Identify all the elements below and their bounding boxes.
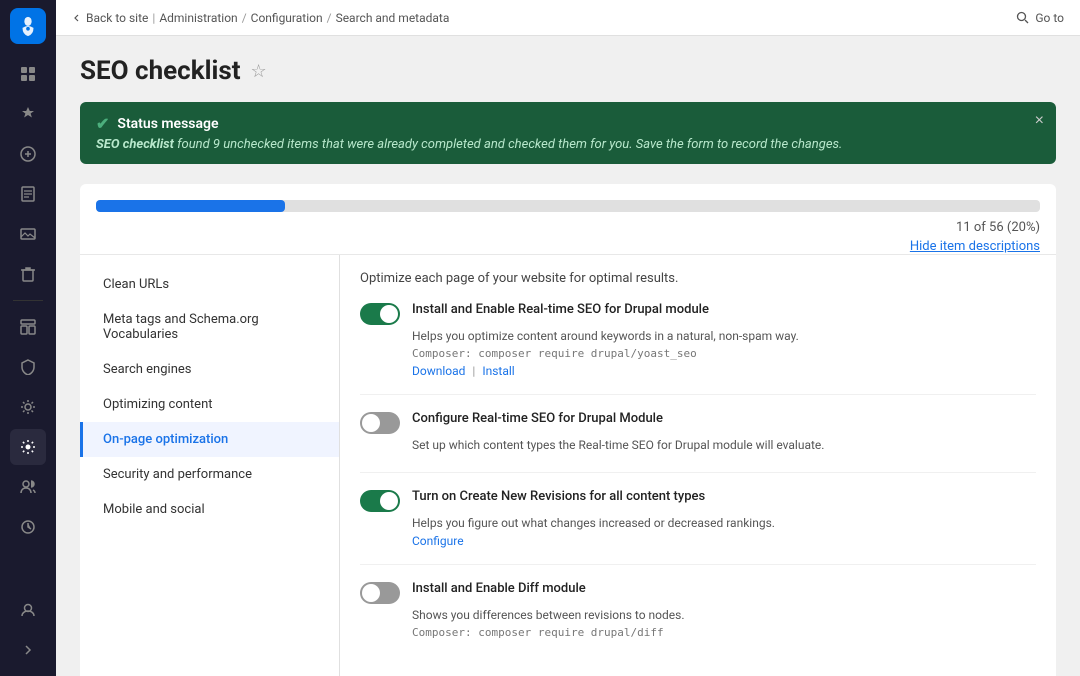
item-1-label: Install and Enable Real-time SEO for Dru… xyxy=(412,302,709,317)
sidebar-item-trash[interactable] xyxy=(10,256,46,292)
nav-item-optimizing-content[interactable]: Optimizing content xyxy=(80,387,339,422)
content-intro: Optimize each page of your website for o… xyxy=(360,271,1036,286)
item-2-desc: Set up which content types the Real-time… xyxy=(412,438,1036,452)
checklist-item-2: Configure Real-time SEO for Drupal Modul… xyxy=(360,411,1036,473)
sidebar-divider-1 xyxy=(13,300,43,301)
sidebar-item-structure[interactable] xyxy=(10,309,46,345)
back-to-site-link[interactable]: Back to site xyxy=(72,11,148,25)
sidebar xyxy=(0,0,56,676)
progress-stats: 11 of 56 (20%) xyxy=(96,220,1040,235)
breadcrumb-config[interactable]: Configuration xyxy=(251,11,323,25)
item-3-configure-link[interactable]: Configure xyxy=(412,534,464,548)
sidebar-item-account[interactable] xyxy=(10,592,46,628)
checklist-content: Optimize each page of your website for o… xyxy=(340,255,1056,676)
item-1-composer: Composer: composer require drupal/yoast_… xyxy=(412,347,1036,360)
page-content: SEO checklist ☆ ✔ Status message SEO che… xyxy=(56,36,1080,676)
breadcrumb-current: Search and metadata xyxy=(336,11,450,25)
status-body: SEO checklist found 9 unchecked items th… xyxy=(96,137,1040,152)
hide-descriptions-button[interactable]: Hide item descriptions xyxy=(96,239,1040,254)
status-message: ✔ Status message SEO checklist found 9 u… xyxy=(80,102,1056,164)
favorite-star-icon[interactable]: ☆ xyxy=(251,61,267,82)
item-3-links: Configure xyxy=(412,534,1036,548)
checklist-item-4: Install and Enable Diff module Shows you… xyxy=(360,581,1036,659)
item-1-download-link[interactable]: Download xyxy=(412,364,465,378)
toggle-item-1[interactable] xyxy=(360,303,400,325)
sidebar-item-config[interactable] xyxy=(10,429,46,465)
sidebar-item-grid[interactable] xyxy=(10,56,46,92)
nav-item-clean-urls[interactable]: Clean URLs xyxy=(80,267,339,302)
nav-item-security-performance[interactable]: Security and performance xyxy=(80,457,339,492)
item-3-label: Turn on Create New Revisions for all con… xyxy=(412,489,705,504)
item-2-label: Configure Real-time SEO for Drupal Modul… xyxy=(412,411,663,426)
sidebar-item-content[interactable] xyxy=(10,176,46,212)
checklist-wrapper: 11 of 56 (20%) Hide item descriptions Cl… xyxy=(80,184,1056,676)
toggle-item-3[interactable] xyxy=(360,490,400,512)
sidebar-item-collapse[interactable] xyxy=(10,632,46,668)
page-title: SEO checklist xyxy=(80,56,241,86)
checklist-nav: Clean URLs Meta tags and Schema.org Voca… xyxy=(80,255,340,676)
check-circle-icon: ✔ xyxy=(96,114,109,133)
breadcrumb: Back to site | Administration / Configur… xyxy=(72,11,449,25)
item-4-composer: Composer: composer require drupal/diff xyxy=(412,626,1036,639)
toggle-item-2[interactable] xyxy=(360,412,400,434)
sidebar-item-people[interactable] xyxy=(10,469,46,505)
nav-item-meta-tags[interactable]: Meta tags and Schema.org Vocabularies xyxy=(80,302,339,352)
sidebar-item-reports[interactable] xyxy=(10,509,46,545)
sidebar-logo[interactable] xyxy=(10,8,46,44)
checklist-layout: Clean URLs Meta tags and Schema.org Voca… xyxy=(80,255,1056,676)
nav-item-mobile-social[interactable]: Mobile and social xyxy=(80,492,339,527)
breadcrumb-sep-1: | xyxy=(152,11,155,25)
sidebar-item-star[interactable] xyxy=(10,96,46,132)
status-title: ✔ Status message xyxy=(96,114,1040,133)
sidebar-item-shield[interactable] xyxy=(10,349,46,385)
goto-button[interactable]: Go to xyxy=(1016,11,1064,25)
status-close-button[interactable]: × xyxy=(1035,112,1044,130)
topnav: Back to site | Administration / Configur… xyxy=(56,0,1080,36)
sidebar-item-media[interactable] xyxy=(10,216,46,252)
progress-bar-fill xyxy=(96,200,285,212)
sidebar-item-extend[interactable] xyxy=(10,389,46,425)
item-1-install-link[interactable]: Install xyxy=(482,364,514,378)
item-1-links: Download | Install xyxy=(412,364,1036,378)
progress-wrapper: 11 of 56 (20%) Hide item descriptions xyxy=(80,184,1056,255)
page-title-row: SEO checklist ☆ xyxy=(80,56,1056,86)
breadcrumb-sep-2: / xyxy=(242,11,247,25)
item-1-desc: Helps you optimize content around keywor… xyxy=(412,329,1036,343)
breadcrumb-sep-3: / xyxy=(327,11,332,25)
main-area: Back to site | Administration / Configur… xyxy=(56,0,1080,676)
progress-bar-container xyxy=(96,200,1040,212)
checklist-item-3: Turn on Create New Revisions for all con… xyxy=(360,489,1036,565)
checklist-item-1: Install and Enable Real-time SEO for Dru… xyxy=(360,302,1036,395)
sidebar-bottom xyxy=(10,592,46,668)
item-4-label: Install and Enable Diff module xyxy=(412,581,586,596)
nav-item-on-page-optimization[interactable]: On-page optimization xyxy=(80,422,339,457)
toggle-item-4[interactable] xyxy=(360,582,400,604)
breadcrumb-admin[interactable]: Administration xyxy=(159,11,237,25)
nav-item-search-engines[interactable]: Search engines xyxy=(80,352,339,387)
item-4-desc: Shows you differences between revisions … xyxy=(412,608,1036,622)
item-3-desc: Helps you figure out what changes increa… xyxy=(412,516,1036,530)
item-1-link-sep: | xyxy=(472,364,475,378)
sidebar-item-create[interactable] xyxy=(10,136,46,172)
